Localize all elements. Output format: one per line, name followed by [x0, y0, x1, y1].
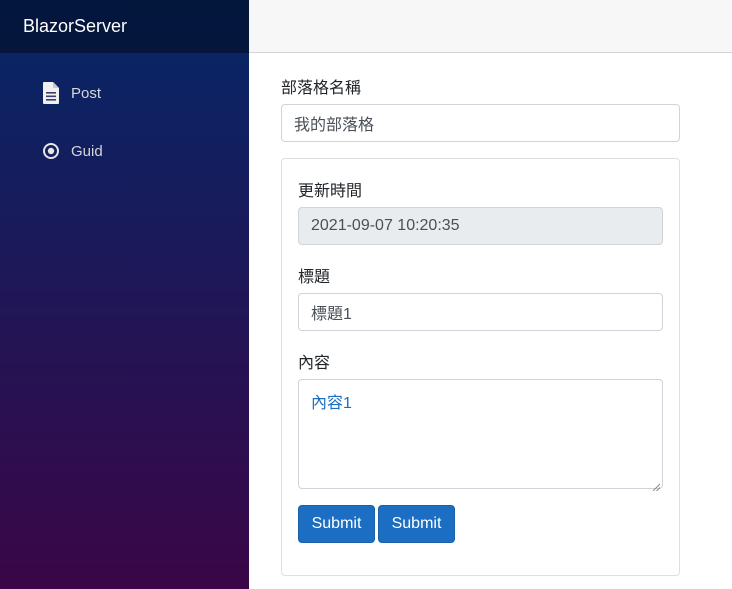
sidebar-item-label: Guid [71, 142, 103, 160]
brand-bar: BlazorServer [0, 0, 249, 53]
title-label: 標題 [298, 269, 331, 286]
blog-name-label: 部落格名稱 [281, 80, 362, 97]
title-input[interactable]: 標題1 [298, 293, 663, 331]
submit-button-secondary[interactable]: Submit [378, 505, 455, 543]
content-text: 內容1 [311, 395, 352, 412]
content-label: 內容 [298, 355, 331, 372]
radio-circle-icon [40, 139, 62, 163]
resize-grip-icon[interactable] [652, 478, 661, 492]
blog-name-input[interactable]: 我的部落格 [281, 104, 680, 142]
content-textarea[interactable]: 內容1 [298, 379, 663, 492]
sidebar: BlazorServer Post Guid [0, 0, 249, 589]
app-root: BlazorServer Post Guid 部落格名稱 我的部落格 更新時間 … [0, 0, 732, 589]
sidebar-item-guid[interactable]: Guid [40, 139, 103, 163]
sidebar-item-label: Post [71, 84, 102, 102]
document-icon [40, 81, 62, 105]
post-card: 更新時間 2021-09-07 10:20:35 標題 標題1 內容 內容1 S… [281, 158, 680, 576]
brand-link[interactable]: BlazorServer [23, 16, 127, 37]
updated-time-label: 更新時間 [298, 183, 363, 200]
updated-time-field: 2021-09-07 10:20:35 [298, 207, 663, 245]
submit-button[interactable]: Submit [298, 505, 375, 543]
sidebar-item-post[interactable]: Post [40, 81, 101, 105]
top-row [249, 0, 732, 53]
